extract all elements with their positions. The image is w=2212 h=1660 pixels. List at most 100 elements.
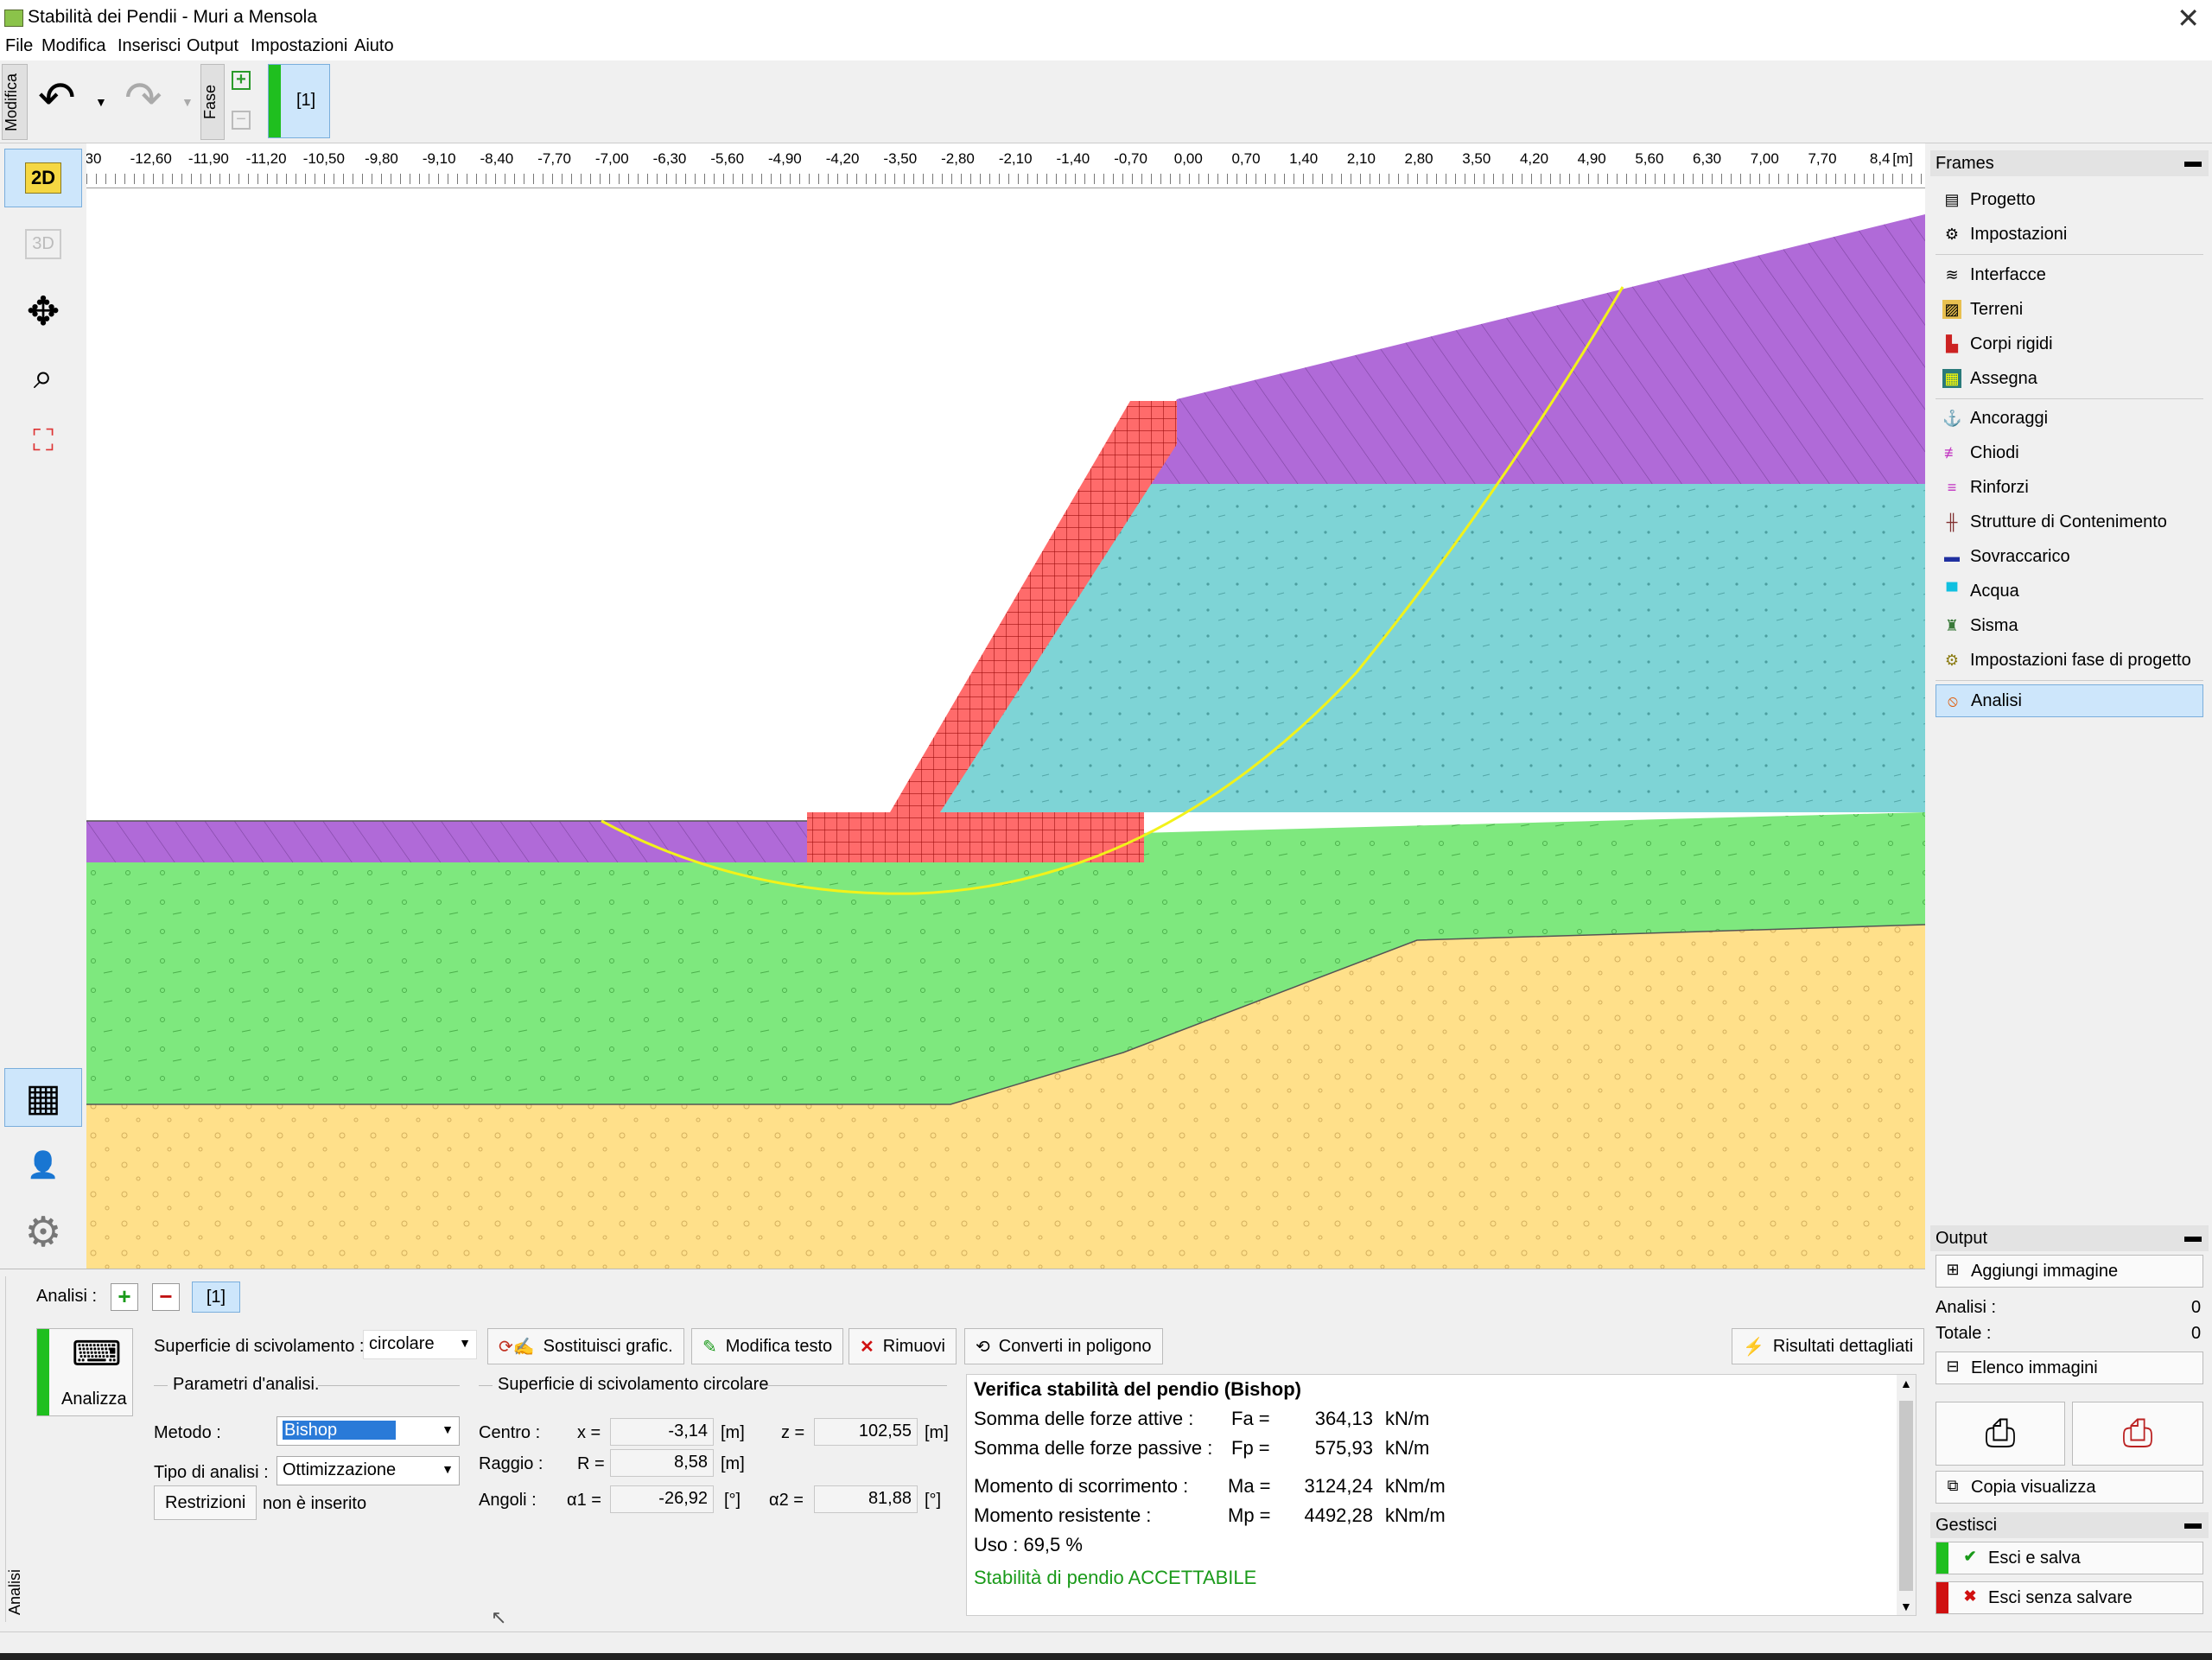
- convert-polygon-button[interactable]: ⟲ Converti in poligono: [964, 1328, 1163, 1364]
- stage-1-button[interactable]: [1]: [268, 64, 330, 138]
- view-2d-icon: 2D: [24, 162, 62, 194]
- mp-label: Mp =: [1228, 1504, 1271, 1526]
- remove-x-icon: ✕: [860, 1337, 874, 1357]
- print-preview-icon[interactable]: ⎙: [2072, 1402, 2203, 1466]
- add-analysis-icon[interactable]: +: [111, 1283, 138, 1311]
- close-icon[interactable]: ✕: [2177, 2, 2200, 35]
- minimize-icon[interactable]: ▬: [2184, 1227, 2202, 1247]
- settings-gear-icon[interactable]: ⚙: [4, 1203, 82, 1262]
- add-image-icon: ⊞: [1946, 1261, 1960, 1278]
- alpha2-label: α2 =: [769, 1491, 804, 1510]
- print-icon[interactable]: ⎙: [1936, 1402, 2065, 1466]
- analysis-icon: ⦸: [1948, 692, 1958, 709]
- green-bar: [37, 1329, 49, 1415]
- frame-item-ancoraggi[interactable]: ⚓ Ancoraggi: [1936, 402, 2203, 435]
- frame-item-assegna[interactable]: ▦ Assegna: [1936, 362, 2203, 395]
- copy-icon: ⧉: [1947, 1477, 1959, 1494]
- analysis-1-tab[interactable]: [1]: [192, 1282, 240, 1313]
- frame-item-corpi-rigidi[interactable]: ▙ Corpi rigidi: [1936, 328, 2203, 360]
- ruler-tick-label: -3,50: [883, 150, 918, 167]
- menu-inserisci[interactable]: Inserisci: [118, 36, 181, 56]
- frame-item-sisma[interactable]: ♜ Sisma: [1936, 609, 2203, 642]
- z-unit: [m]: [925, 1423, 949, 1442]
- frame-item-interfacce[interactable]: ≋ Interfacce: [1936, 258, 2203, 291]
- image-list-button[interactable]: ⊟ Elenco immagini: [1936, 1352, 2203, 1384]
- pan-icon[interactable]: ✥: [4, 282, 82, 340]
- table-view-icon[interactable]: ▦: [4, 1068, 82, 1127]
- scroll-down-icon[interactable]: ▼: [1900, 1600, 1912, 1613]
- view-2d-button[interactable]: 2D: [4, 149, 82, 207]
- frame-item-sovraccarico[interactable]: ▬ Sovraccarico: [1936, 540, 2203, 573]
- copy-view-button[interactable]: ⧉ Copia visualizza: [1936, 1471, 2203, 1504]
- menu-output[interactable]: Output: [187, 36, 238, 56]
- remove-button[interactable]: ✕ Rimuovi: [849, 1328, 957, 1364]
- nail-icon: ≢: [1944, 444, 1960, 461]
- remove-analysis-icon[interactable]: −: [152, 1283, 180, 1311]
- menu-impostazioni[interactable]: Impostazioni: [251, 36, 347, 56]
- alpha1-field[interactable]: -26,92: [610, 1485, 714, 1513]
- frame-item-chiodi[interactable]: ≢ Chiodi: [1936, 436, 2203, 469]
- frame-item-analisi[interactable]: ⦸ Analisi: [1936, 684, 2203, 717]
- alpha2-field[interactable]: 81,88: [814, 1485, 918, 1513]
- frame-item-terreni[interactable]: ▨ Terreni: [1936, 293, 2203, 326]
- run-analysis-button[interactable]: ⌨ Analizza: [36, 1328, 133, 1416]
- add-stage-icon[interactable]: +: [232, 71, 251, 90]
- frame-item-acqua[interactable]: ▀ Acqua: [1936, 575, 2203, 607]
- alpha1-label: α1 =: [567, 1491, 601, 1510]
- radius-field[interactable]: 8,58: [610, 1449, 714, 1477]
- scroll-up-icon[interactable]: ▲: [1900, 1377, 1912, 1390]
- tipo-select[interactable]: Ottimizzazione ▼: [276, 1456, 460, 1485]
- check-icon: ✔: [1963, 1548, 1977, 1565]
- remove-stage-icon: −: [232, 111, 251, 130]
- earthquake-icon: ♜: [1944, 617, 1960, 634]
- ruler-tick-label: 2,10: [1346, 150, 1376, 167]
- ruler-tick-label: -11,20: [245, 150, 287, 167]
- edit-text-button[interactable]: ✎ Modifica testo: [691, 1328, 844, 1364]
- menu-file[interactable]: File: [5, 36, 33, 56]
- tab-analisi-side[interactable]: Analisi: [5, 1276, 29, 1622]
- mp-unit: kNm/m: [1385, 1504, 1446, 1526]
- frame-item-strutture[interactable]: ╫ Strutture di Contenimento: [1936, 506, 2203, 538]
- anchor-icon: ⚓: [1942, 410, 1962, 427]
- stability-verdict: Stabilità di pendio ACCETTABILE: [974, 1567, 1257, 1588]
- drawing-canvas[interactable]: [86, 188, 1925, 1269]
- tab-modifica[interactable]: Modifica: [2, 64, 28, 140]
- zoom-extents-icon[interactable]: ⛶: [4, 411, 82, 470]
- menu-aiuto[interactable]: Aiuto: [354, 36, 394, 56]
- undo-icon[interactable]: ↶: [38, 76, 76, 121]
- ruler-tick-label: 6,30: [1693, 150, 1722, 167]
- frame-item-progetto[interactable]: ▤ Progetto: [1936, 183, 2203, 216]
- add-image-button[interactable]: ⊞ Aggiungi immagine: [1936, 1255, 2203, 1288]
- restrictions-button[interactable]: Restrizioni: [154, 1485, 257, 1520]
- menu-modifica[interactable]: Modifica: [41, 36, 105, 56]
- frame-item-impostazioni-fase[interactable]: ⚙ Impostazioni fase di progetto: [1936, 644, 2203, 677]
- assign-icon: ▦: [1942, 369, 1961, 388]
- frame-item-impostazioni[interactable]: ⚙ Impostazioni: [1936, 218, 2203, 251]
- analisi-label: Analisi :: [36, 1287, 98, 1306]
- center-z-field[interactable]: 102,55: [814, 1418, 918, 1446]
- ma-value: 3124,24: [1304, 1475, 1373, 1497]
- gear-icon: ⚙: [1944, 226, 1960, 243]
- labels-icon[interactable]: 👤: [4, 1135, 82, 1194]
- exit-save-button[interactable]: ✔ Esci e salva: [1936, 1542, 2203, 1574]
- detailed-results-button[interactable]: ⚡ Risultati dettagliati: [1732, 1328, 1925, 1364]
- toolbar: Modifica ↶ ▼ ↷ ▼ Fase + − [1]: [0, 60, 2212, 143]
- frame-item-rinforzi[interactable]: ≡ Rinforzi: [1936, 471, 2203, 504]
- replace-graphic-button[interactable]: ⟳✍ Sostituisci grafic.: [487, 1328, 684, 1364]
- results-title: Verifica stabilità del pendio (Bishop): [974, 1378, 1301, 1400]
- scroll-thumb[interactable]: [1899, 1401, 1913, 1591]
- center-x-field[interactable]: -3,14: [610, 1418, 714, 1446]
- minimize-icon[interactable]: ▬: [2184, 152, 2202, 172]
- raggio-label: Raggio :: [479, 1454, 543, 1473]
- exit-nosave-button[interactable]: ✖ Esci senza salvare: [1936, 1581, 2203, 1614]
- minimize-icon[interactable]: ▬: [2184, 1514, 2202, 1534]
- params-title: Parametri d'analisi.: [173, 1375, 320, 1394]
- zoom-window-icon[interactable]: ⌕: [4, 347, 82, 406]
- tab-fase[interactable]: Fase: [200, 64, 225, 140]
- results-scrollbar[interactable]: ▲ ▼: [1897, 1375, 1916, 1615]
- undo-dropdown-icon[interactable]: ▼: [95, 95, 107, 109]
- surface-type-select[interactable]: circolare ▼: [363, 1330, 477, 1359]
- metodo-select[interactable]: Bishop ▼: [276, 1416, 460, 1446]
- ruler-tick-label: -9,10: [422, 150, 456, 167]
- mouse-cursor-icon: ↖: [491, 1606, 507, 1628]
